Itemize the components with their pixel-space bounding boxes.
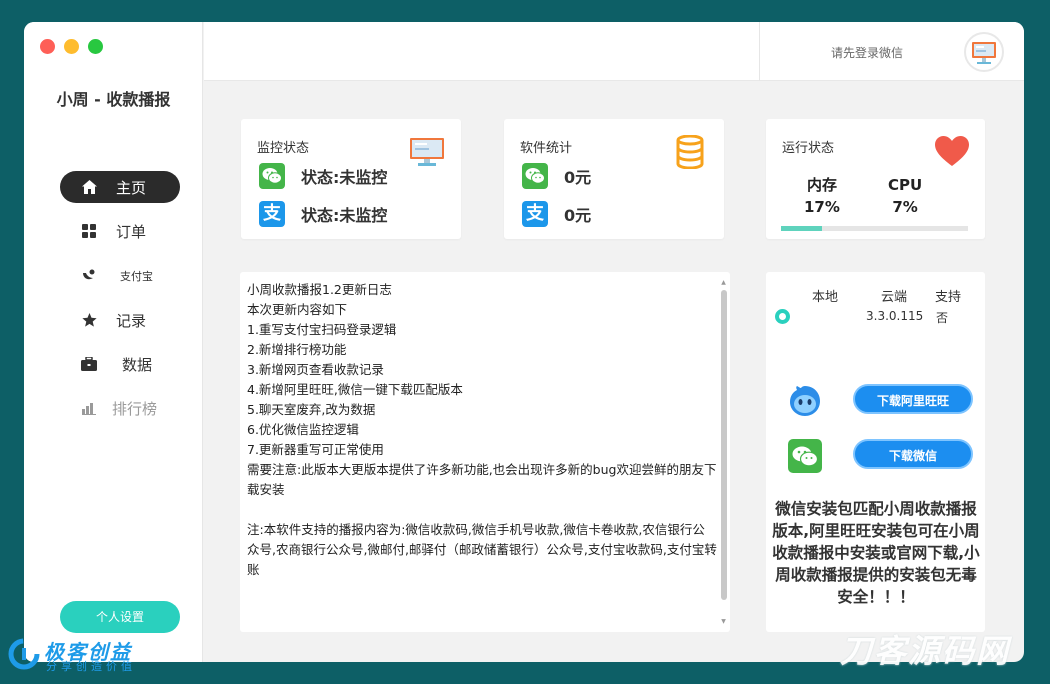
changelog-line: 需要注意:此版本大更版本提供了许多新功能,也会出现许多新的bug欢迎尝鲜的朋友下… bbox=[247, 462, 717, 497]
sidebar-item-label: 数据 bbox=[122, 356, 153, 374]
changelog-line: 本次更新内容如下 bbox=[247, 302, 348, 317]
avatar[interactable] bbox=[964, 32, 1004, 72]
scroll-down-icon[interactable]: ▼ bbox=[720, 619, 727, 625]
heart-icon bbox=[935, 136, 969, 166]
col-local-header: 本地 bbox=[812, 290, 839, 305]
alipay-status-row: 支 状态:未监控 bbox=[259, 201, 387, 227]
alipay-icon: 支 bbox=[522, 201, 548, 227]
col-support-header: 支持 bbox=[935, 290, 962, 305]
cpu-usage: CPU 7% bbox=[888, 174, 922, 218]
version-radio[interactable] bbox=[775, 309, 790, 324]
changelog-line bbox=[247, 500, 717, 520]
download-wechat-button[interactable]: 下载微信 bbox=[853, 439, 973, 469]
watermark-right: 刀客源码网 bbox=[840, 632, 1011, 670]
sidebar-item-orders[interactable]: 订单 bbox=[60, 215, 180, 247]
wechat-amount-row: 0元 bbox=[522, 163, 591, 189]
support-value: 否 bbox=[936, 311, 949, 325]
divider bbox=[759, 22, 760, 81]
memory-value: 17% bbox=[804, 198, 840, 216]
bar-chart-icon bbox=[81, 400, 97, 416]
sidebar-item-data[interactable]: 数据 bbox=[60, 348, 180, 380]
wechat-amount: 0元 bbox=[564, 168, 592, 187]
changelog-scrollbar[interactable]: ▲ ▼ bbox=[720, 280, 727, 625]
cpu-value: 7% bbox=[892, 198, 918, 216]
wechat-icon bbox=[522, 163, 548, 189]
maximize-window-button[interactable] bbox=[88, 39, 103, 54]
sidebar-item-label: 支付宝 bbox=[120, 270, 153, 283]
scroll-up-icon[interactable]: ▲ bbox=[720, 280, 727, 286]
monitor-avatar-icon bbox=[972, 42, 996, 64]
runtime-status-card: 运行状态 内存 17% CPU 7% bbox=[766, 119, 985, 239]
changelog-panel[interactable]: 小周收款播报1.2更新日志 本次更新内容如下 1.重写支付宝扫码登录逻辑 2.新增排行… bbox=[240, 272, 730, 632]
star-icon bbox=[81, 312, 97, 328]
alipay-icon: 支 bbox=[259, 201, 285, 227]
install-note: 微信安装包匹配小周收款播报版本,阿里旺旺安装包可在小周收款播报中安装或官网下载,… bbox=[772, 500, 980, 606]
monitor-status-card: 监控状态 状态:未监控 支 状态:未监控 bbox=[241, 119, 461, 239]
close-window-button[interactable] bbox=[40, 39, 55, 54]
wechat-icon bbox=[259, 163, 285, 189]
usage-progress-fill bbox=[781, 226, 823, 231]
changelog-line: 5.聊天室废弃,改为数据 bbox=[247, 402, 376, 417]
changelog-line: 3.新增网页查看收款记录 bbox=[247, 362, 384, 377]
changelog-line: 1.重写支付宝扫码登录逻辑 bbox=[247, 322, 397, 337]
aliwangwang-icon bbox=[790, 386, 820, 416]
sidebar-item-label: 排行榜 bbox=[112, 400, 158, 418]
wechat-status-row: 状态:未监控 bbox=[259, 163, 387, 189]
watermark-left-sub: 分享创造价值 bbox=[46, 660, 136, 673]
sidebar: 小周 - 收款播报 主页 订单 支付宝 记录 数据 排行榜 个人设置 bbox=[24, 22, 203, 662]
sidebar-item-home[interactable]: 主页 bbox=[60, 171, 180, 203]
minimize-window-button[interactable] bbox=[64, 39, 79, 54]
sidebar-item-leaderboard[interactable]: 排行榜 bbox=[60, 392, 180, 424]
sidebar-item-label: 记录 bbox=[116, 312, 147, 330]
changelog-text: 小周收款播报1.2更新日志 本次更新内容如下 1.重写支付宝扫码登录逻辑 2.新增排行… bbox=[247, 280, 717, 580]
alipay-amount-row: 支 0元 bbox=[522, 201, 591, 227]
changelog-line: 注:本软件支持的播报内容为:微信收款码,微信手机号收款,微信卡卷收款,农信银行公… bbox=[247, 522, 717, 577]
watermark-left: 极客创益 分享创造价值 bbox=[8, 636, 168, 676]
top-bar: 请先登录微信 bbox=[204, 22, 1024, 81]
sidebar-item-alipay[interactable]: 支付宝 bbox=[60, 259, 180, 291]
briefcase-icon bbox=[81, 356, 97, 372]
changelog-line: 4.新增阿里旺旺,微信一键下载匹配版本 bbox=[247, 382, 463, 397]
wechat-logo-icon bbox=[788, 439, 822, 473]
changelog-line: 小周收款播报1.2更新日志 bbox=[247, 282, 392, 297]
version-panel: 本地 云端 支持 3.3.0.115 否 下载阿里旺旺 下载微信 微信安装包匹配… bbox=[766, 272, 985, 632]
software-stats-card: 软件统计 0元 支 0元 bbox=[504, 119, 724, 239]
personal-settings-button[interactable]: 个人设置 bbox=[60, 601, 180, 633]
wechat-monitor-status: 状态:未监控 bbox=[301, 168, 388, 187]
card-title: 监控状态 bbox=[257, 141, 310, 156]
watermark-logo-icon bbox=[8, 638, 40, 670]
login-prompt[interactable]: 请先登录微信 bbox=[831, 44, 903, 61]
memory-usage: 内存 17% bbox=[804, 174, 840, 218]
cloud-version-value: 3.3.0.115 bbox=[866, 309, 924, 323]
usage-progress-bar bbox=[781, 226, 968, 231]
alipay-icon bbox=[81, 267, 97, 283]
card-title: 运行状态 bbox=[782, 141, 835, 156]
sidebar-item-records[interactable]: 记录 bbox=[60, 304, 180, 336]
sidebar-item-label: 订单 bbox=[116, 223, 147, 241]
alipay-amount: 0元 bbox=[564, 206, 592, 225]
changelog-line: 7.更新器重写可正常使用 bbox=[247, 442, 384, 457]
sidebar-item-label: 主页 bbox=[116, 179, 147, 197]
download-aliwangwang-button[interactable]: 下载阿里旺旺 bbox=[853, 384, 973, 414]
monitor-icon bbox=[410, 138, 444, 166]
app-window: 小周 - 收款播报 主页 订单 支付宝 记录 数据 排行榜 个人设置 请先登录微… bbox=[24, 22, 1024, 662]
memory-label: 内存 bbox=[806, 176, 837, 194]
changelog-line: 6.优化微信监控逻辑 bbox=[247, 422, 359, 437]
grid-icon bbox=[81, 223, 97, 239]
scroll-thumb[interactable] bbox=[721, 290, 727, 600]
card-title: 软件统计 bbox=[520, 141, 573, 156]
cpu-label: CPU bbox=[888, 176, 923, 194]
database-icon bbox=[676, 135, 704, 169]
col-cloud-header: 云端 bbox=[881, 290, 908, 305]
app-title: 小周 - 收款播报 bbox=[56, 90, 171, 109]
changelog-line: 2.新增排行榜功能 bbox=[247, 342, 347, 357]
home-icon bbox=[81, 179, 97, 195]
alipay-monitor-status: 状态:未监控 bbox=[301, 206, 388, 225]
